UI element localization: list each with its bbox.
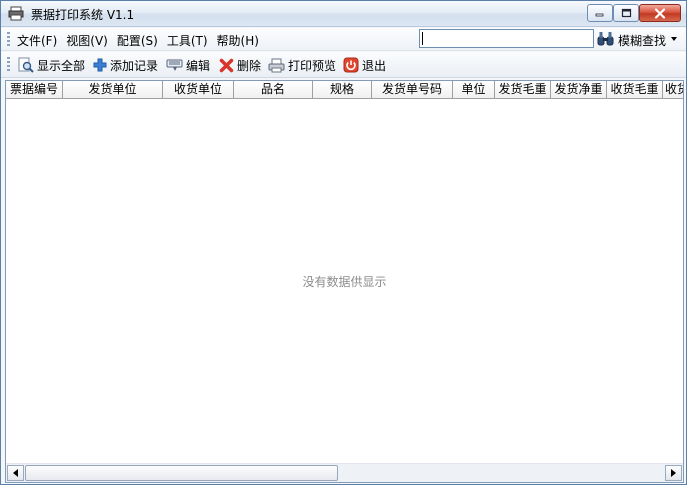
print-preview-label: 打印预览: [288, 58, 337, 73]
printer-icon: [268, 58, 285, 72]
print-preview-button[interactable]: 打印预览: [268, 56, 336, 74]
fuzzy-search-button[interactable]: 模糊查找: [618, 32, 666, 49]
horizontal-scrollbar[interactable]: [6, 463, 683, 482]
menu-grip[interactable]: [7, 32, 10, 48]
add-record-button[interactable]: 添加记录: [93, 56, 158, 74]
keyboard-edit-icon: [166, 59, 183, 71]
toolbar: 显示全部 添加记录 编辑 删除 打印预览 退出: [1, 52, 686, 78]
window-title: 票据打印系统 V1.1: [31, 8, 135, 22]
binoculars-icon[interactable]: [597, 31, 614, 46]
add-record-label: 添加记录: [110, 58, 159, 73]
col-header-unit[interactable]: 单位: [453, 81, 495, 99]
col-header-recv-gross[interactable]: 收货毛重: [607, 81, 663, 99]
menu-help[interactable]: 帮助(H): [217, 32, 259, 49]
maximize-icon: [621, 8, 631, 18]
magnifier-page-icon: [18, 57, 34, 73]
data-grid[interactable]: 票据编号 发货单位 收货单位 品名 规格 发货单号码 单位 发货毛重 发货净重 …: [5, 80, 684, 483]
maximize-button[interactable]: [613, 4, 639, 22]
col-header-product-name[interactable]: 品名: [234, 81, 313, 99]
scroll-left-button[interactable]: [7, 465, 24, 481]
menu-file[interactable]: 文件(F): [17, 32, 57, 49]
arrow-right-icon: [671, 469, 676, 477]
search-input[interactable]: [419, 29, 594, 48]
printer-icon: [8, 6, 24, 21]
delete-label: 删除: [237, 58, 262, 73]
empty-message: 没有数据供显示: [302, 275, 387, 289]
minimize-icon: [595, 13, 604, 17]
menu-tools[interactable]: 工具(T): [167, 32, 208, 49]
scroll-thumb[interactable]: [25, 465, 338, 481]
col-header-ship-gross[interactable]: 发货毛重: [495, 81, 551, 99]
col-header-spec[interactable]: 规格: [313, 81, 372, 99]
col-header-ticket-no[interactable]: 票据编号: [6, 81, 63, 99]
power-icon: [343, 57, 359, 73]
edit-label: 编辑: [186, 58, 211, 73]
minimize-button[interactable]: [587, 4, 613, 22]
table-header: 票据编号 发货单位 收货单位 品名 规格 发货单号码 单位 发货毛重 发货净重 …: [6, 81, 683, 99]
scroll-right-button[interactable]: [665, 465, 682, 481]
edit-button[interactable]: 编辑: [166, 56, 210, 74]
exit-label: 退出: [362, 58, 387, 73]
exit-button[interactable]: 退出: [343, 56, 386, 74]
close-icon: [654, 7, 666, 19]
col-header-ship-net[interactable]: 发货净重: [551, 81, 607, 99]
delete-button[interactable]: 删除: [219, 56, 261, 74]
menu-view[interactable]: 视图(V): [66, 32, 108, 49]
col-header-shipment-no[interactable]: 发货单号码: [372, 81, 453, 99]
text-caret: [422, 32, 423, 45]
menu-config[interactable]: 配置(S): [117, 32, 158, 49]
main-window: 票据打印系统 V1.1 文件(F) 视图(V) 配置(S) 工具(T) 帮助(H…: [0, 0, 687, 485]
close-button[interactable]: [639, 4, 681, 22]
arrow-left-icon: [13, 469, 18, 477]
col-header-recv-more[interactable]: 收货: [663, 81, 683, 99]
delete-x-icon: [219, 58, 234, 72]
col-header-receiver[interactable]: 收货单位: [163, 81, 234, 99]
toolbar-grip[interactable]: [7, 57, 10, 73]
show-all-button[interactable]: 显示全部: [18, 56, 85, 74]
plus-icon: [93, 58, 107, 72]
chevron-down-icon[interactable]: [671, 37, 677, 41]
show-all-label: 显示全部: [37, 58, 86, 73]
col-header-sender[interactable]: 发货单位: [63, 81, 163, 99]
title-bar: 票据打印系统 V1.1: [1, 1, 686, 27]
